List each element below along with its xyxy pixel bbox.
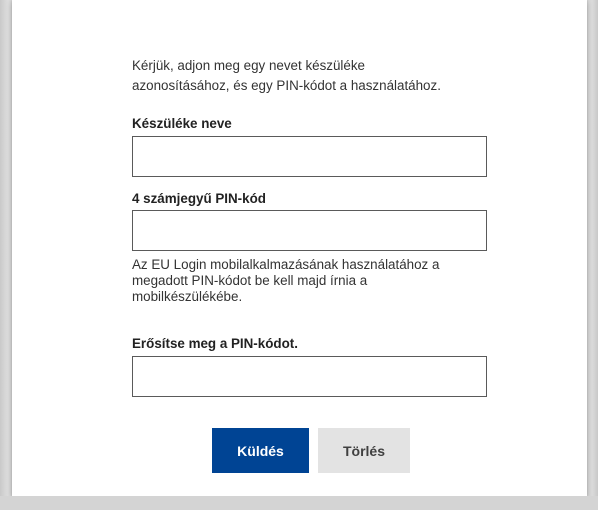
pin-help-line-1: Az EU Login mobilalkalmazásának használa… (132, 257, 440, 272)
pin-confirm-input[interactable] (132, 356, 487, 397)
intro-line-2: azonosításához, és egy PIN-kódot a haszn… (132, 78, 441, 93)
intro-text: Kérjük, adjon meg egy nevet készüléke az… (132, 56, 512, 96)
pin-label: 4 számjegyű PIN-kód (132, 191, 266, 206)
pin-input[interactable] (132, 210, 487, 251)
pin-help-line-2: megadott PIN-kódot be kell majd írnia a (132, 273, 368, 288)
device-name-label: Készüléke neve (132, 116, 232, 131)
pin-confirm-label: Erősítse meg a PIN-kódot. (132, 336, 298, 351)
bottom-edge (0, 496, 598, 510)
pin-help-text: Az EU Login mobilalkalmazásának használa… (132, 257, 492, 305)
device-name-input[interactable] (132, 136, 487, 177)
pin-help-line-3: mobilkészülékébe. (132, 289, 243, 304)
submit-button[interactable]: Küldés (212, 428, 309, 473)
form-panel: Kérjük, adjon meg egy nevet készüléke az… (12, 0, 587, 496)
clear-button[interactable]: Törlés (318, 428, 410, 473)
intro-line-1: Kérjük, adjon meg egy nevet készüléke (132, 58, 365, 73)
